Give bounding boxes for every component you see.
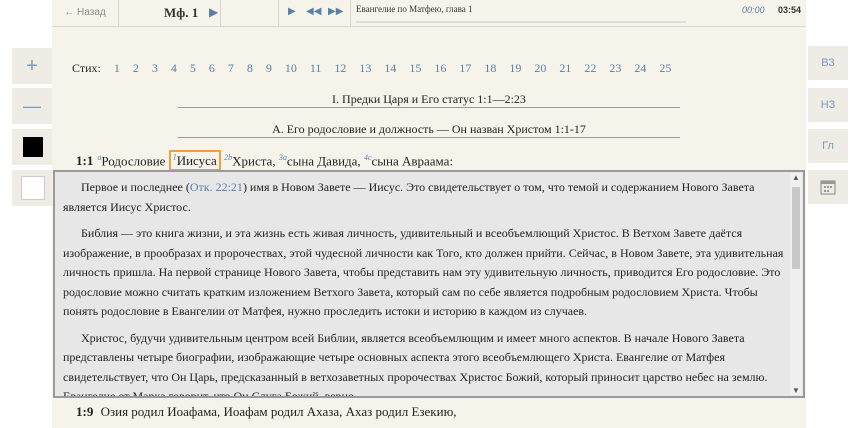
verse-link[interactable]: 24 [634,61,646,75]
verse-1-9: 1:9 Озия родил Иоафама, Иоафам родил Аха… [76,404,457,420]
verse-link[interactable]: 18 [484,61,496,75]
verse-link[interactable]: 21 [559,61,571,75]
scroll-up-icon[interactable]: ▲ [792,173,800,182]
verse-link[interactable]: 8 [247,61,253,75]
audio-progress-bar[interactable] [356,21,686,23]
footnote-marker[interactable]: 4c [364,153,372,162]
verse-link[interactable]: 15 [409,61,421,75]
verse-link[interactable]: 14 [384,61,396,75]
footnote-paragraph: Первое и последнее (Отк. 22:21) имя в Но… [63,178,785,217]
elapsed-time: 00:00 [742,5,765,15]
verse-link[interactable]: 10 [285,61,297,75]
scroll-thumb[interactable] [792,187,800,269]
verse-link[interactable]: 5 [190,61,196,75]
verse-link[interactable]: 1 [114,61,120,75]
chapters-button[interactable]: Гл [808,129,848,163]
zoom-out-button[interactable]: — [12,88,52,124]
heading-underline [178,107,680,108]
top-bar: ← Назад Мф. 1 ▶ ▶ ◀◀ ▶▶ Евангелие по Мат… [52,0,806,27]
verse-link[interactable]: 11 [310,61,322,75]
footnote-paragraph: Библия — это книга жизни, и эта жизнь ес… [63,226,784,318]
cross-reference-link[interactable]: Отк. 22:21 [190,180,243,194]
verse-word: Родословие [101,153,166,169]
verse-link[interactable]: 6 [209,61,215,75]
verse-link[interactable]: 20 [534,61,546,75]
divider [278,0,279,26]
play-icon[interactable]: ▶ [288,6,296,17]
verses-label: Стих: [72,61,101,75]
verse-link[interactable]: 22 [584,61,596,75]
verse-link[interactable]: 25 [659,61,671,75]
section-heading-2: A. Его родословие и должность — Он назва… [272,122,586,136]
verse-link[interactable]: 19 [509,61,521,75]
rewind-icon[interactable]: ◀◀ [306,6,321,17]
section-heading-1: I. Предки Царя и Его статус 1:1—2:23 [332,92,526,106]
footnote-marker[interactable]: 3a [279,153,287,162]
play-chapter-icon[interactable]: ▶ [209,5,218,19]
calendar-button[interactable] [808,170,848,204]
footnote-marker[interactable]: 2b [224,153,232,162]
divider [350,0,351,26]
verse-selector: Стих: 1 2 3 4 5 6 7 8 9 10 11 12 13 14 15 16 17 18 19 20 21 22… [72,61,671,76]
popup-scrollbar[interactable]: ▲ ▼ [790,173,802,395]
calendar-icon [820,180,836,195]
footnote-popup[interactable]: Первое и последнее (Отк. 22:21) имя в Но… [53,170,805,398]
forward-icon[interactable]: ▶▶ [328,6,343,17]
duration-time: 03:54 [778,5,802,15]
dark-theme-button[interactable] [12,129,52,165]
zoom-in-button[interactable]: + [12,48,52,84]
highlighted-word[interactable]: 1Иисуса [168,150,221,172]
dark-swatch-icon [23,137,43,157]
verse-word: сына Давида, [286,153,361,169]
light-swatch-icon [21,176,45,200]
verse-1-1: 1:1 aРодословие 1Иисуса 2bХриста, 3aсына … [76,150,454,172]
verse-link[interactable]: 4 [171,61,177,75]
verse-number: 1:9 [76,404,94,419]
verse-link[interactable]: 13 [359,61,371,75]
scroll-down-icon[interactable]: ▼ [792,386,800,395]
heading-underline [178,137,680,138]
verse-link[interactable]: 12 [334,61,346,75]
verse-text: Озия родил Иоафама, Иоафам родил Ахаза, … [100,404,457,419]
verse-link[interactable]: 17 [459,61,471,75]
footnote-text: Первое и последнее (Отк. 22:21) имя в Но… [63,178,785,398]
chapter-reference[interactable]: Мф. 1 [164,5,198,21]
old-testament-button[interactable]: ВЗ [808,46,848,80]
text-segment: Первое и последнее ( [81,180,190,194]
verse-link[interactable]: 16 [434,61,446,75]
footnote-paragraph: Христос, будучи удивительным центром все… [63,330,768,398]
back-button[interactable]: ← Назад [52,0,119,26]
verse-link[interactable]: 23 [609,61,621,75]
verse-link[interactable]: 2 [133,61,139,75]
new-testament-button[interactable]: НЗ [808,88,848,122]
verse-word: Христа, [232,153,276,169]
verse-link[interactable]: 3 [152,61,158,75]
track-title: Евангелие по Матфею, глава 1 [356,4,473,14]
divider [220,0,221,26]
verse-link[interactable]: 7 [228,61,234,75]
verse-word: Иисуса [176,153,217,169]
light-theme-button[interactable] [12,170,52,206]
verse-word: сына Авраама: [371,153,454,169]
verse-link[interactable]: 9 [266,61,272,75]
verse-number: 1:1 [76,153,94,169]
